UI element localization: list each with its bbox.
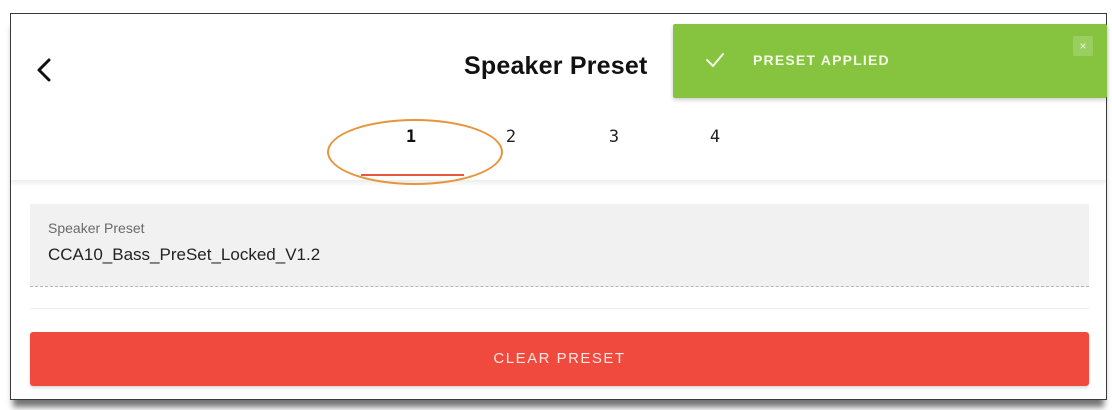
toast-message: PRESET APPLIED bbox=[753, 52, 890, 68]
chevron-left-icon bbox=[37, 58, 51, 82]
tab-4[interactable]: 4 bbox=[665, 122, 765, 172]
screenshot-frame: Speaker Preset 1 2 3 4 Speaker Preset CC… bbox=[0, 0, 1112, 410]
speaker-preset-label: Speaker Preset bbox=[48, 220, 145, 236]
tab-3[interactable]: 3 bbox=[564, 122, 664, 172]
check-icon bbox=[703, 48, 727, 72]
tab-2[interactable]: 2 bbox=[461, 122, 561, 172]
tab-1[interactable]: 1 bbox=[361, 122, 461, 172]
back-button[interactable] bbox=[33, 52, 63, 88]
clear-preset-button[interactable]: CLEAR PRESET bbox=[30, 332, 1089, 386]
preset-tabs: 1 2 3 4 bbox=[361, 122, 781, 176]
active-tab-underline bbox=[361, 174, 464, 176]
preset-applied-toast: PRESET APPLIED × bbox=[673, 24, 1107, 98]
toast-close-button[interactable]: × bbox=[1073, 36, 1093, 56]
speaker-preset-field[interactable]: Speaker Preset CCA10_Bass_PreSet_Locked_… bbox=[30, 204, 1089, 287]
page-title: Speaker Preset bbox=[464, 52, 648, 80]
divider bbox=[30, 308, 1089, 309]
speaker-preset-value: CCA10_Bass_PreSet_Locked_V1.2 bbox=[48, 245, 321, 264]
